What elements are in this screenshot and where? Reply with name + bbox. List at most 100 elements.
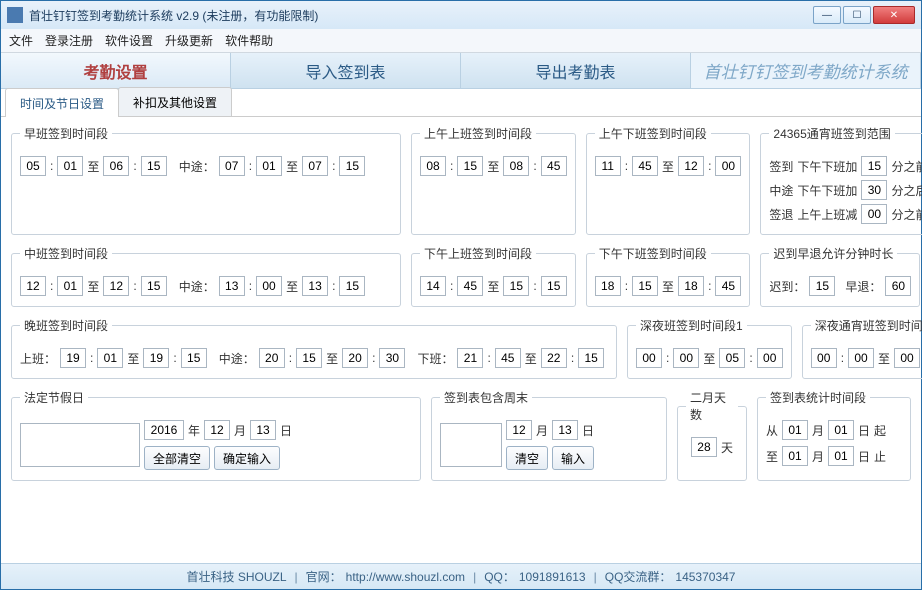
confirm-input-button[interactable]: 确定输入 xyxy=(214,446,280,470)
amon-eh[interactable] xyxy=(503,156,529,176)
mid-mid-em[interactable] xyxy=(339,276,365,296)
tab-import[interactable]: 导入签到表 xyxy=(231,53,461,88)
stat-to-m[interactable] xyxy=(782,446,808,466)
amon-em[interactable] xyxy=(541,156,567,176)
range-signin[interactable] xyxy=(861,156,887,176)
holiday-month[interactable] xyxy=(204,420,230,440)
titlebar: 首壮钉钉签到考勤统计系统 v2.9 (未注册，有功能限制) — ☐ ✕ xyxy=(1,1,921,29)
n2-sm[interactable] xyxy=(848,348,874,368)
early-minutes[interactable] xyxy=(885,276,911,296)
range-signout[interactable] xyxy=(861,204,887,224)
n1-eh[interactable] xyxy=(719,348,745,368)
mid-sm[interactable] xyxy=(57,276,83,296)
early-mid-eh[interactable] xyxy=(302,156,328,176)
ls-on-em[interactable] xyxy=(181,348,207,368)
amoff-sh[interactable] xyxy=(595,156,621,176)
group-am-off: 上午下班签到时间段 : 至 : xyxy=(586,125,751,235)
ls-off-em[interactable] xyxy=(578,348,604,368)
content: 早班签到时间段 : 至 : 中途： : 至 : xyxy=(1,117,921,487)
ls-on-sm[interactable] xyxy=(97,348,123,368)
pmoff-sm[interactable] xyxy=(632,276,658,296)
tab-attendance-settings[interactable]: 考勤设置 xyxy=(1,53,231,88)
weekend-clear-button[interactable]: 清空 xyxy=(506,446,548,470)
footer-group-label: QQ交流群： xyxy=(605,568,672,585)
n1-sm[interactable] xyxy=(673,348,699,368)
menu-upgrade[interactable]: 升级更新 xyxy=(165,32,213,49)
footer-site[interactable]: http://www.shouzl.com xyxy=(346,570,465,584)
close-button[interactable]: ✕ xyxy=(873,6,915,24)
group-feb-days: 二月天数 天 xyxy=(677,389,747,481)
pmon-eh[interactable] xyxy=(503,276,529,296)
n1-sh[interactable] xyxy=(636,348,662,368)
subtab-time-holiday[interactable]: 时间及节日设置 xyxy=(5,88,119,117)
amoff-em[interactable] xyxy=(715,156,741,176)
tab-export[interactable]: 导出考勤表 xyxy=(461,53,691,88)
group-mid-shift: 中班签到时间段 : 至 : 中途： : 至 : xyxy=(11,245,401,307)
pmoff-eh[interactable] xyxy=(678,276,704,296)
footer-qq: 1091891613 xyxy=(519,570,586,584)
pmon-sm[interactable] xyxy=(457,276,483,296)
amon-sh[interactable] xyxy=(420,156,446,176)
holiday-day[interactable] xyxy=(250,420,276,440)
app-window: 首壮钉钉签到考勤统计系统 v2.9 (未注册，有功能限制) — ☐ ✕ 文件 登… xyxy=(0,0,922,590)
ls-mid-sm[interactable] xyxy=(296,348,322,368)
menu-settings[interactable]: 软件设置 xyxy=(105,32,153,49)
app-icon xyxy=(7,7,23,23)
feb-days[interactable] xyxy=(691,437,717,457)
amoff-sm[interactable] xyxy=(632,156,658,176)
n2-sh[interactable] xyxy=(811,348,837,368)
ls-on-sh[interactable] xyxy=(60,348,86,368)
pmoff-sh[interactable] xyxy=(595,276,621,296)
weekend-list[interactable] xyxy=(440,423,502,467)
early-start-h[interactable] xyxy=(20,156,46,176)
stat-from-d[interactable] xyxy=(828,420,854,440)
n2-eh[interactable] xyxy=(894,348,920,368)
ls-on-eh[interactable] xyxy=(143,348,169,368)
amon-sm[interactable] xyxy=(457,156,483,176)
early-end-m[interactable] xyxy=(141,156,167,176)
footer-site-label: 官网： xyxy=(306,568,342,585)
group-am-on: 上午上班签到时间段 : 至 : xyxy=(411,125,576,235)
mid-mid-sh[interactable] xyxy=(219,276,245,296)
late-minutes[interactable] xyxy=(809,276,835,296)
menu-help[interactable]: 软件帮助 xyxy=(225,32,273,49)
window-title: 首壮钉钉签到考勤统计系统 v2.9 (未注册，有功能限制) xyxy=(29,7,813,24)
clear-all-button[interactable]: 全部清空 xyxy=(144,446,210,470)
mid-sh[interactable] xyxy=(20,276,46,296)
ls-off-eh[interactable] xyxy=(541,348,567,368)
group-night2: 深夜通宵班签到时间段2 : 至 : xyxy=(802,317,922,379)
minimize-button[interactable]: — xyxy=(813,6,841,24)
weekend-input-button[interactable]: 输入 xyxy=(552,446,594,470)
holiday-year[interactable] xyxy=(144,420,184,440)
ls-mid-eh[interactable] xyxy=(342,348,368,368)
subtab-deduction-other[interactable]: 补扣及其他设置 xyxy=(118,87,232,116)
mid-mid-eh[interactable] xyxy=(302,276,328,296)
holiday-list[interactable] xyxy=(20,423,140,467)
early-mid-sm[interactable] xyxy=(256,156,282,176)
stat-to-d[interactable] xyxy=(828,446,854,466)
mid-em[interactable] xyxy=(141,276,167,296)
mid-mid-sm[interactable] xyxy=(256,276,282,296)
pmon-sh[interactable] xyxy=(420,276,446,296)
pmon-em[interactable] xyxy=(541,276,567,296)
ls-mid-sh[interactable] xyxy=(259,348,285,368)
maximize-button[interactable]: ☐ xyxy=(843,6,871,24)
pmoff-em[interactable] xyxy=(715,276,741,296)
early-start-m[interactable] xyxy=(57,156,83,176)
amoff-eh[interactable] xyxy=(678,156,704,176)
ls-off-sm[interactable] xyxy=(495,348,521,368)
weekend-month[interactable] xyxy=(506,420,532,440)
weekend-day[interactable] xyxy=(552,420,578,440)
early-end-h[interactable] xyxy=(103,156,129,176)
early-mid-em[interactable] xyxy=(339,156,365,176)
ls-mid-em[interactable] xyxy=(379,348,405,368)
early-mid-sh[interactable] xyxy=(219,156,245,176)
group-pm-off: 下午下班签到时间段 : 至 : xyxy=(586,245,751,307)
range-mid[interactable] xyxy=(861,180,887,200)
menu-login[interactable]: 登录注册 xyxy=(45,32,93,49)
menu-file[interactable]: 文件 xyxy=(9,32,33,49)
ls-off-sh[interactable] xyxy=(457,348,483,368)
stat-from-m[interactable] xyxy=(782,420,808,440)
mid-eh[interactable] xyxy=(103,276,129,296)
n1-em[interactable] xyxy=(757,348,783,368)
